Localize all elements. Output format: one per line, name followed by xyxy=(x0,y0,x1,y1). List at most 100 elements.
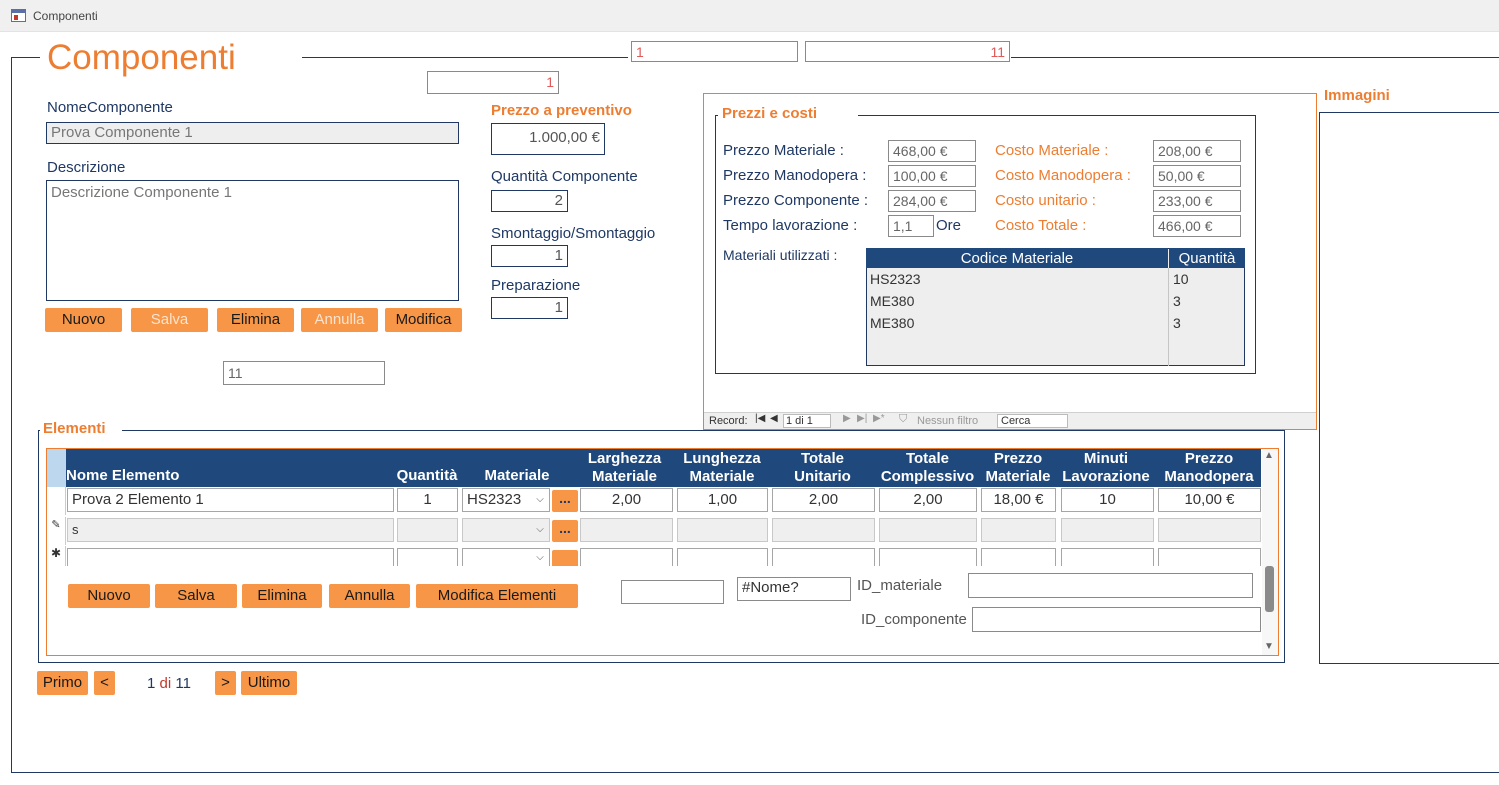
cell-minuti[interactable]: 10 xyxy=(1061,488,1154,512)
first-record-icon[interactable]: |◀ xyxy=(755,413,765,424)
elementi-annulla-button[interactable]: Annulla xyxy=(329,584,410,608)
materiale-lookup-button[interactable] xyxy=(552,550,578,566)
cell-larghezza[interactable] xyxy=(580,548,673,566)
chevron-down-icon[interactable]: ⌵ xyxy=(531,489,549,511)
last-record-icon[interactable]: ▶| xyxy=(857,413,867,424)
cell-totale-complessivo[interactable] xyxy=(879,548,977,566)
immagini-box[interactable] xyxy=(1319,112,1499,664)
costo-materiale-field[interactable]: 208,00 € xyxy=(1153,140,1241,162)
mat-row-qta[interactable]: 3 xyxy=(1173,315,1181,331)
cell-nome[interactable]: s xyxy=(67,518,394,542)
modifica-button[interactable]: Modifica xyxy=(385,308,462,332)
cell-lunghezza[interactable]: 1,00 xyxy=(677,488,768,512)
col-materiale[interactable]: Materiale xyxy=(462,467,572,485)
cell-nome[interactable]: Prova 2 Elemento 1 xyxy=(67,488,394,512)
cell-prezzo-manodopera[interactable] xyxy=(1158,548,1261,566)
prezzo-manodopera-field[interactable]: 100,00 € xyxy=(888,165,976,187)
salva-button[interactable]: Salva xyxy=(131,308,208,332)
elementi-elimina-button[interactable]: Elimina xyxy=(242,584,322,608)
col-totale-complessivo[interactable]: Totale Complessivo xyxy=(878,450,977,486)
materiale-lookup-button[interactable]: ... xyxy=(552,490,578,512)
smontaggio-input[interactable]: 1 xyxy=(491,245,568,267)
id-field[interactable]: 1 xyxy=(427,71,559,94)
prezzo-componente-field[interactable]: 284,00 € xyxy=(888,190,976,212)
col-totale-unitario[interactable]: Totale Unitario xyxy=(771,450,874,486)
row-selector[interactable] xyxy=(47,487,66,515)
quantita-componente-input[interactable]: 2 xyxy=(491,190,568,212)
cell-quantita[interactable] xyxy=(397,518,458,542)
cell-totale-complessivo[interactable] xyxy=(879,518,977,542)
chevron-down-icon[interactable]: ⌵ xyxy=(531,519,549,541)
scroll-down-icon[interactable]: ▼ xyxy=(1264,641,1274,652)
prezzo-preventivo-input[interactable]: 1.000,00 € xyxy=(491,123,605,155)
chevron-down-icon[interactable]: ⌵ xyxy=(531,549,549,566)
costo-unitario-field[interactable]: 233,00 € xyxy=(1153,190,1241,212)
mat-row-codice[interactable]: ME380 xyxy=(870,315,914,331)
tempo-field[interactable]: 1,1 xyxy=(888,215,934,237)
cell-larghezza[interactable] xyxy=(580,518,673,542)
cell-lunghezza[interactable] xyxy=(677,548,768,566)
cell-quantita[interactable] xyxy=(397,548,458,566)
scroll-up-icon[interactable]: ▲ xyxy=(1264,450,1274,461)
prev-button[interactable]: < xyxy=(94,671,115,695)
annulla-button[interactable]: Annulla xyxy=(301,308,378,332)
cell-prezzo-manodopera[interactable] xyxy=(1158,518,1261,542)
mat-row-qta[interactable]: 3 xyxy=(1173,293,1181,309)
nuovo-button[interactable]: Nuovo xyxy=(45,308,122,332)
costo-manodopera-field[interactable]: 50,00 € xyxy=(1153,165,1241,187)
col-prezzo-manodopera[interactable]: Prezzo Manodopera xyxy=(1157,450,1261,486)
cell-prezzo-manodopera[interactable]: 10,00 € xyxy=(1158,488,1261,512)
mat-row-codice[interactable]: HS2323 xyxy=(870,271,921,287)
cell-prezzo-materiale[interactable] xyxy=(981,518,1056,542)
count-field[interactable]: 11 xyxy=(223,361,385,385)
col-larghezza[interactable]: Larghezza Materiale xyxy=(579,450,670,486)
cell-lunghezza[interactable] xyxy=(677,518,768,542)
col-lunghezza[interactable]: Lunghezza Materiale xyxy=(676,450,768,486)
cell-minuti[interactable] xyxy=(1061,518,1154,542)
cell-totale-unitario[interactable] xyxy=(772,548,875,566)
elementi-scrollbar[interactable] xyxy=(1262,449,1278,655)
filter-icon[interactable]: ⛉ xyxy=(899,413,907,426)
modifica-elementi-button[interactable]: Modifica Elementi xyxy=(416,584,578,608)
nome-input[interactable]: Prova Componente 1 xyxy=(46,122,459,144)
primo-button[interactable]: Primo xyxy=(37,671,88,695)
ultimo-button[interactable]: Ultimo xyxy=(241,671,297,695)
nome-error-field[interactable]: #Nome? xyxy=(737,577,851,601)
mat-row-codice[interactable]: ME380 xyxy=(870,293,914,309)
col-nome-elemento[interactable]: Nome Elemento xyxy=(66,467,180,485)
top-field-1[interactable]: 1 xyxy=(631,41,798,62)
costo-totale-field[interactable]: 466,00 € xyxy=(1153,215,1241,237)
prev-record-icon[interactable]: ◀ xyxy=(770,413,778,424)
cell-larghezza[interactable]: 2,00 xyxy=(580,488,673,512)
cell-totale-unitario[interactable] xyxy=(772,518,875,542)
elimina-button[interactable]: Elimina xyxy=(217,308,294,332)
id-componente-field[interactable] xyxy=(972,607,1261,632)
elementi-nuovo-button[interactable]: Nuovo xyxy=(68,584,150,608)
new-record-icon[interactable]: ▶* xyxy=(873,413,885,424)
mat-row-qta[interactable]: 10 xyxy=(1173,271,1189,287)
next-record-icon[interactable]: ▶ xyxy=(843,413,851,424)
top-field-2[interactable]: 11 xyxy=(805,41,1010,62)
prezzo-materiale-field[interactable]: 468,00 € xyxy=(888,140,976,162)
materiale-lookup-button[interactable]: ... xyxy=(552,520,578,542)
cell-totale-complessivo[interactable]: 2,00 xyxy=(879,488,977,512)
cell-quantita[interactable]: 1 xyxy=(397,488,458,512)
col-prezzo-materiale[interactable]: Prezzo Materiale xyxy=(980,450,1056,486)
cell-prezzo-materiale[interactable] xyxy=(981,548,1056,566)
filter-status[interactable]: Nessun filtro xyxy=(917,415,978,427)
elementi-salva-button[interactable]: Salva xyxy=(155,584,237,608)
next-button[interactable]: > xyxy=(215,671,236,695)
elementi-blank-field[interactable] xyxy=(621,580,724,604)
col-quantita[interactable]: Quantità xyxy=(396,467,458,485)
new-row-asterisk-icon[interactable]: ✱ xyxy=(47,546,66,566)
id-materiale-field[interactable] xyxy=(968,573,1253,598)
cell-totale-unitario[interactable]: 2,00 xyxy=(772,488,875,512)
cell-minuti[interactable] xyxy=(1061,548,1154,566)
pencil-icon[interactable]: ✎ xyxy=(47,517,66,545)
descrizione-textarea[interactable]: Descrizione Componente 1 xyxy=(46,180,459,301)
search-input[interactable]: Cerca xyxy=(1001,415,1030,427)
preparazione-input[interactable]: 1 xyxy=(491,297,568,319)
scrollbar-thumb[interactable] xyxy=(1265,566,1274,612)
record-position[interactable]: 1 di 1 xyxy=(786,415,813,427)
cell-prezzo-materiale[interactable]: 18,00 € xyxy=(981,488,1056,512)
